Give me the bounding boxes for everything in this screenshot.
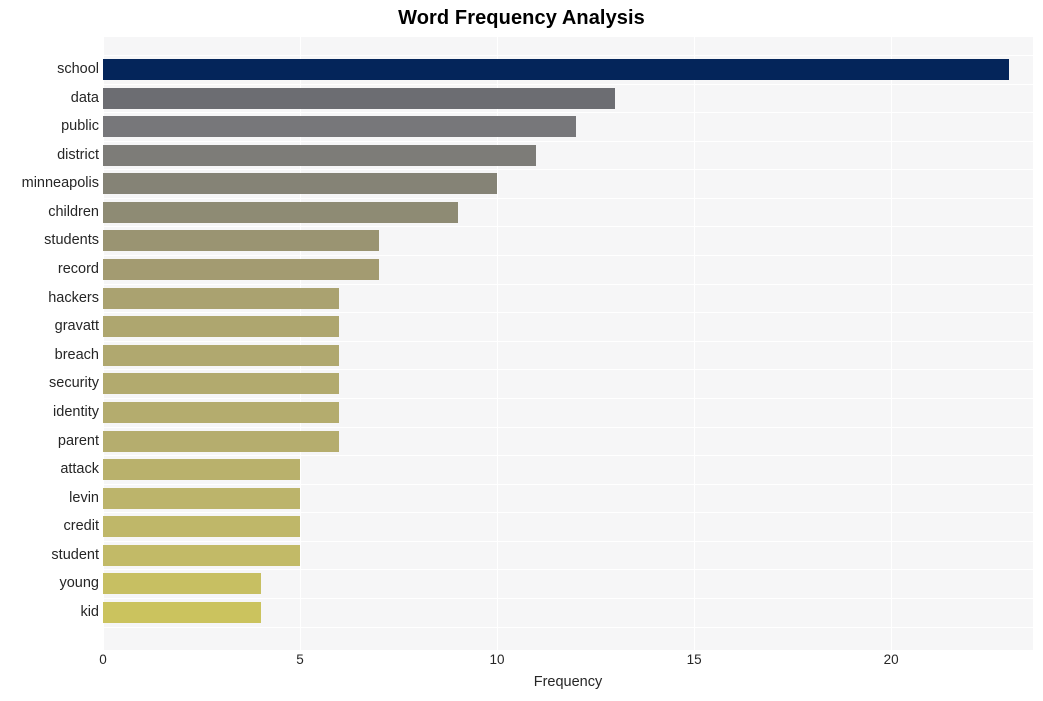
y-tick-label-parent: parent <box>57 432 99 449</box>
y-tick-label-data: data <box>70 89 99 106</box>
x-tick-label-15: 15 <box>686 652 702 667</box>
y-tick-label-school: school <box>57 61 99 77</box>
y-tick-label-credit: credit <box>63 518 99 535</box>
bar-row[interactable] <box>103 84 1033 113</box>
y-tick-label-minneapolis: minneapolis <box>21 175 99 192</box>
bar[interactable] <box>103 287 340 309</box>
y-tick-label-attack: attack <box>60 461 99 478</box>
chart-title: Word Frequency Analysis <box>398 7 645 29</box>
x-tick-label-20: 20 <box>883 652 899 667</box>
y-tick-label-identity: identity <box>53 403 99 420</box>
bar[interactable] <box>103 59 1010 80</box>
bar[interactable] <box>103 259 379 281</box>
bar-row[interactable] <box>103 55 1033 84</box>
y-tick-label-hackers: hackers <box>48 289 99 306</box>
bar-row[interactable] <box>103 341 1033 370</box>
bar[interactable] <box>103 144 537 166</box>
x-axis-title: Frequency <box>533 674 603 690</box>
bar[interactable] <box>103 230 379 252</box>
bar-row[interactable] <box>103 598 1033 627</box>
y-tick-label-young: young <box>59 575 99 592</box>
bar-row[interactable] <box>103 484 1033 513</box>
y-tick-label-district: district <box>57 146 99 163</box>
bar[interactable] <box>103 87 616 109</box>
bar[interactable] <box>103 344 340 366</box>
y-tick-label-breach: breach <box>54 346 99 363</box>
bar[interactable] <box>103 430 340 452</box>
bar-row[interactable] <box>103 169 1033 198</box>
y-tick-label-students: students <box>44 232 99 249</box>
bar[interactable] <box>103 316 340 338</box>
bar-row[interactable] <box>103 312 1033 341</box>
x-tick-label-10: 10 <box>489 652 505 667</box>
bar-row[interactable] <box>103 255 1033 284</box>
bar[interactable] <box>103 373 340 395</box>
bar[interactable] <box>103 573 261 595</box>
word-frequency-bar-chart: Word Frequency Analysis school data public… <box>0 0 1043 701</box>
y-tick-label-public: public <box>61 118 99 135</box>
bar-row[interactable] <box>103 455 1033 484</box>
bars-layer <box>103 37 1033 650</box>
bar[interactable] <box>103 401 340 423</box>
bar-row[interactable] <box>103 369 1033 398</box>
bar-row[interactable] <box>103 427 1033 456</box>
bar-row[interactable] <box>103 512 1033 541</box>
bar[interactable] <box>103 601 261 623</box>
y-tick-label-children: children <box>48 203 99 220</box>
bar[interactable] <box>103 516 301 538</box>
bar-row[interactable] <box>103 398 1033 427</box>
x-axis-tick-labels: 0 5 10 15 20 <box>99 652 1033 674</box>
bar[interactable] <box>103 201 458 223</box>
x-tick-label-5: 5 <box>296 652 304 667</box>
bar[interactable] <box>103 116 576 138</box>
bar-row[interactable] <box>103 141 1033 170</box>
bar[interactable] <box>103 173 498 195</box>
bar[interactable] <box>103 459 301 481</box>
y-tick-label-student: student <box>51 546 99 563</box>
x-tick-label-0: 0 <box>99 652 107 667</box>
bar-row[interactable] <box>103 198 1033 227</box>
bar-row[interactable] <box>103 284 1033 313</box>
y-tick-label-record: record <box>57 261 99 278</box>
bar-row[interactable] <box>103 569 1033 598</box>
bar[interactable] <box>103 544 301 566</box>
y-axis-tick-labels: school data public district minneapolis child… <box>0 37 99 650</box>
bar-row[interactable] <box>103 541 1033 570</box>
y-tick-label-gravatt: gravatt <box>54 318 99 335</box>
bar-row[interactable] <box>103 112 1033 141</box>
y-tick-label-security: security <box>49 375 99 392</box>
bar-row[interactable] <box>103 226 1033 255</box>
bar[interactable] <box>103 487 301 509</box>
y-tick-label-levin: levin <box>69 489 99 506</box>
y-tick-label-kid: kid <box>80 603 99 620</box>
